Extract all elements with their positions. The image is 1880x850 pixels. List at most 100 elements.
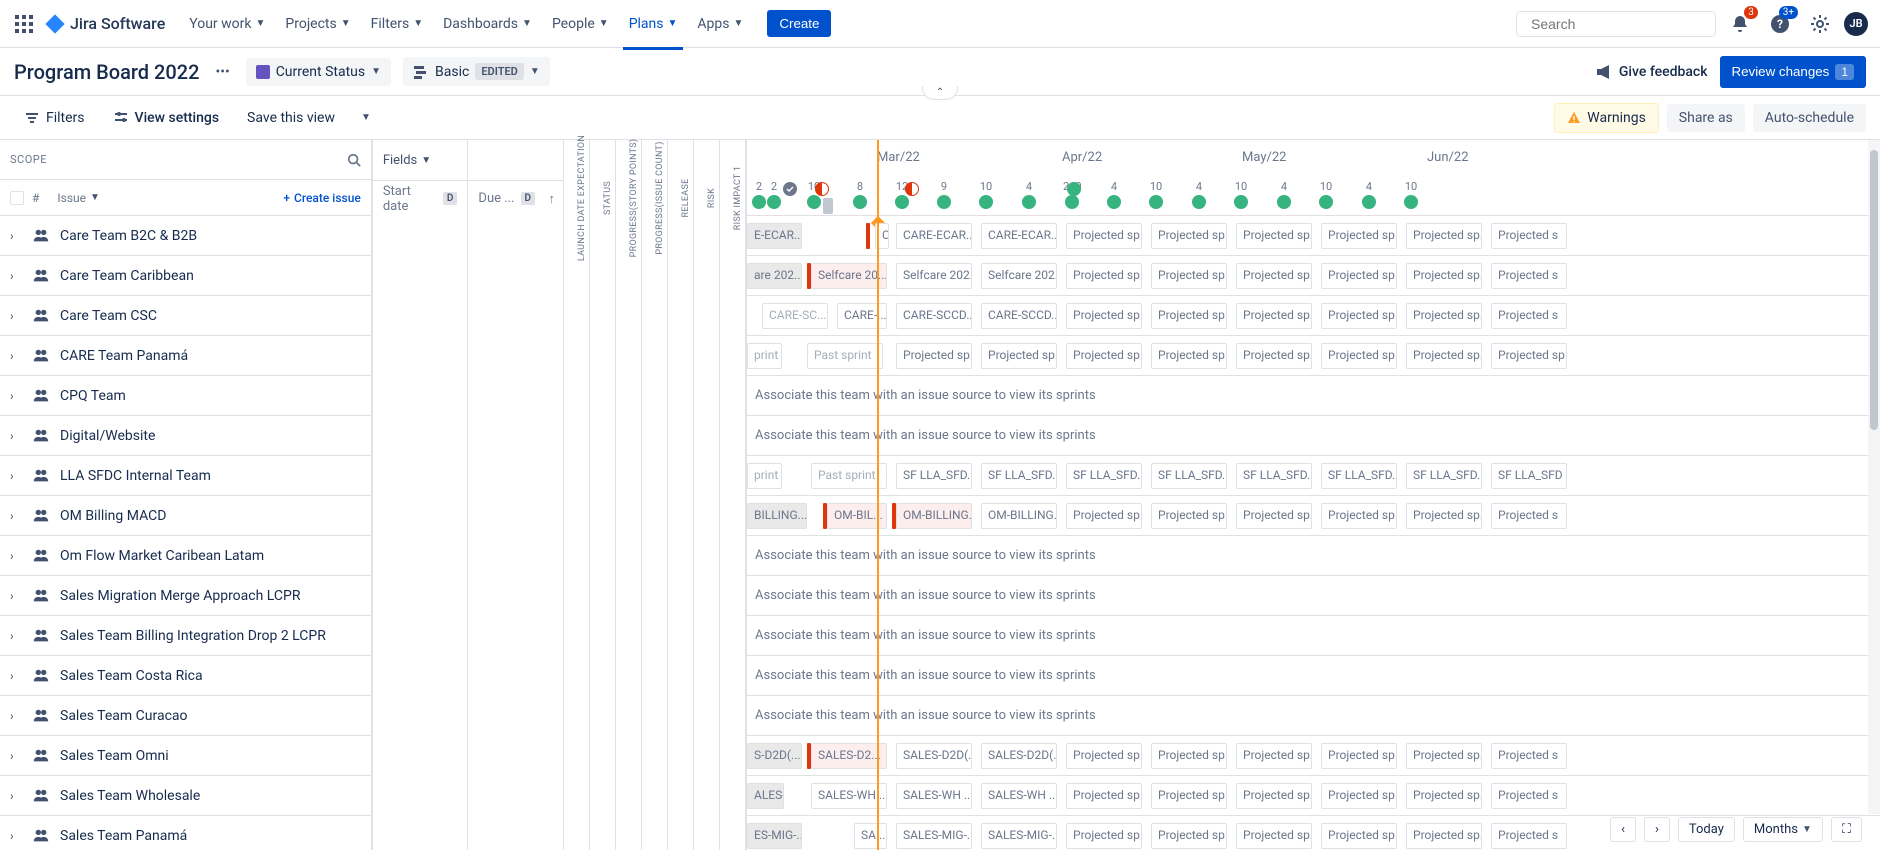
expand-icon[interactable]: ›: [10, 469, 22, 483]
sprint-box[interactable]: Projected sp...: [1151, 303, 1227, 329]
create-button[interactable]: Create: [767, 10, 831, 37]
sprint-box[interactable]: Projected sp...: [1066, 263, 1142, 289]
sprint-box[interactable]: Projected sp...: [1406, 263, 1482, 289]
team-row[interactable]: ›Sales Team Costa Rica: [0, 656, 371, 696]
nav-item-your-work[interactable]: Your work▼: [181, 12, 273, 36]
expand-icon[interactable]: ›: [10, 229, 22, 243]
sprint-box[interactable]: Projected s: [1491, 783, 1567, 809]
release-marker[interactable]: 10: [1404, 180, 1418, 209]
team-row[interactable]: ›CARE Team Panamá: [0, 336, 371, 376]
sprint-box[interactable]: Projected sp: [1491, 343, 1567, 369]
sprint-box[interactable]: Projected sp...: [1321, 503, 1397, 529]
sprint-box[interactable]: SF LLA_SFD...: [1151, 463, 1227, 489]
team-row[interactable]: ›OM Billing MACD: [0, 496, 371, 536]
team-row[interactable]: ›Care Team B2C & B2B: [0, 216, 371, 256]
expand-icon[interactable]: ›: [10, 789, 22, 803]
due-date-header[interactable]: Due ... D ↑: [468, 180, 563, 216]
release-marker[interactable]: 2: [767, 180, 781, 209]
sprint-box[interactable]: Projected s: [1491, 263, 1567, 289]
team-row[interactable]: ›LLA SFDC Internal Team: [0, 456, 371, 496]
sprint-box[interactable]: Projected s: [1491, 823, 1567, 849]
team-row[interactable]: ›Digital/Website: [0, 416, 371, 456]
sprint-box[interactable]: E-ECAR...: [747, 223, 802, 249]
release-marker[interactable]: [815, 180, 829, 196]
sprint-box[interactable]: SALES-MIG-...: [896, 823, 972, 849]
scrollbar-thumb[interactable]: [1870, 150, 1878, 430]
sprint-box[interactable]: CARE-ECAR...: [981, 223, 1057, 249]
sprint-box[interactable]: Selfcare 202...: [896, 263, 972, 289]
help-icon[interactable]: ? 3+: [1764, 8, 1796, 40]
release-marker[interactable]: [905, 180, 919, 196]
team-row[interactable]: ›CPQ Team: [0, 376, 371, 416]
vertical-column[interactable]: STATUS: [590, 140, 616, 850]
nav-item-dashboards[interactable]: Dashboards▼: [435, 12, 540, 36]
vertical-column[interactable]: PROGRESS(ISSUE COUNT): [642, 140, 668, 850]
sprint-box[interactable]: Projected sp...: [1151, 743, 1227, 769]
sprint-box[interactable]: Projected sp...: [1066, 743, 1142, 769]
auto-schedule-button[interactable]: Auto-schedule: [1753, 104, 1866, 132]
sprint-box[interactable]: CARE-SCCD...: [896, 303, 972, 329]
sprint-box[interactable]: SF LLA_SFD: [1491, 463, 1567, 489]
expand-icon[interactable]: ›: [10, 589, 22, 603]
sprint-box[interactable]: Projected sp...: [1236, 303, 1312, 329]
release-marker[interactable]: 10: [1149, 180, 1163, 209]
sprint-box[interactable]: Projected sp...: [1151, 263, 1227, 289]
expand-icon[interactable]: ›: [10, 309, 22, 323]
team-row[interactable]: ›Sales Team Wholesale: [0, 776, 371, 816]
expand-icon[interactable]: ›: [10, 269, 22, 283]
app-switcher-icon[interactable]: [12, 12, 36, 36]
sprint-box[interactable]: Projected sp...: [1236, 503, 1312, 529]
sprint-box[interactable]: CARE-SC...: [762, 303, 828, 329]
nav-item-projects[interactable]: Projects▼: [277, 12, 358, 36]
sprint-box[interactable]: print: [747, 343, 782, 369]
sprint-box[interactable]: SALES-D2D(...: [896, 743, 972, 769]
today-button[interactable]: Today: [1678, 817, 1735, 842]
warnings-button[interactable]: Warnings: [1554, 103, 1659, 133]
start-date-header[interactable]: Start date D: [373, 180, 468, 216]
sprint-box[interactable]: Projected sp...: [1321, 343, 1397, 369]
settings-icon[interactable]: [1804, 8, 1836, 40]
sprint-box[interactable]: Projected sp...: [1406, 503, 1482, 529]
team-row[interactable]: ›Sales Team Panamá: [0, 816, 371, 850]
timeline-prev-button[interactable]: ‹: [1610, 817, 1636, 842]
give-feedback-button[interactable]: Give feedback: [1595, 63, 1708, 81]
release-marker[interactable]: 4: [1107, 180, 1121, 209]
team-row[interactable]: ›Care Team Caribbean: [0, 256, 371, 296]
sprint-box[interactable]: SF LLA_SFD...: [981, 463, 1057, 489]
sprint-box[interactable]: SALES-WH ...: [811, 783, 887, 809]
jira-logo[interactable]: Jira Software: [44, 13, 165, 35]
sprint-box[interactable]: Projected sp...: [1236, 223, 1312, 249]
sprint-box[interactable]: SALES-D2D(...: [981, 743, 1057, 769]
view-settings-button[interactable]: View settings: [103, 104, 230, 132]
expand-icon[interactable]: ›: [10, 549, 22, 563]
sprint-box[interactable]: Projected sp...: [1151, 223, 1227, 249]
sprint-box[interactable]: Projected sp...: [1066, 303, 1142, 329]
sprint-box[interactable]: CARE-ECAR...: [896, 223, 972, 249]
sprint-box[interactable]: SALES-MIG-...: [981, 823, 1057, 849]
sprint-box[interactable]: S-D2D(...: [747, 743, 802, 769]
vertical-scrollbar[interactable]: [1868, 140, 1880, 814]
sprint-box[interactable]: Projected sp...: [1406, 343, 1482, 369]
sprint-box[interactable]: Projected sp...: [896, 343, 972, 369]
sprint-box[interactable]: Projected sp...: [1406, 823, 1482, 849]
sprint-box[interactable]: Projected sp...: [1151, 783, 1227, 809]
sprint-box[interactable]: SF LLA_SFD...: [1236, 463, 1312, 489]
sprint-box[interactable]: Projected s: [1491, 503, 1567, 529]
nav-item-people[interactable]: People▼: [544, 12, 617, 36]
sprint-box[interactable]: Past sprint: [807, 343, 883, 369]
vertical-column[interactable]: RELEASE: [668, 140, 694, 850]
timeline-next-button[interactable]: ›: [1644, 817, 1670, 842]
save-view-button[interactable]: Save this view: [237, 104, 345, 132]
sprint-box[interactable]: CARE-...: [837, 303, 887, 329]
sprint-box[interactable]: SF LLA_SFD...: [1321, 463, 1397, 489]
scenario-selector[interactable]: Current Status ▼: [246, 58, 391, 86]
save-view-dropdown[interactable]: ▼: [353, 106, 379, 129]
team-row[interactable]: ›Sales Migration Merge Approach LCPR: [0, 576, 371, 616]
release-marker[interactable]: 9: [937, 180, 951, 209]
sprint-box[interactable]: Projected sp...: [1406, 743, 1482, 769]
search-box[interactable]: [1516, 11, 1716, 37]
sprint-box[interactable]: CARE-SCCD...: [981, 303, 1057, 329]
sprint-box[interactable]: Past sprint: [811, 463, 887, 489]
notifications-icon[interactable]: 3: [1724, 8, 1756, 40]
release-marker[interactable]: 2: [752, 180, 766, 209]
